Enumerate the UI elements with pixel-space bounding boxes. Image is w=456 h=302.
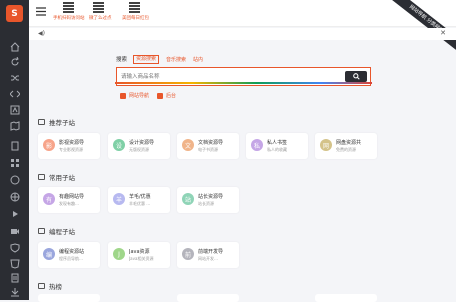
qr-label[interactable]: 手机扫码访问站: [53, 15, 85, 21]
card-title: 有趣网站导: [59, 194, 85, 200]
hot-list-card[interactable]: [38, 294, 100, 302]
card-icon: 文: [182, 139, 194, 151]
card-desc: 发现有趣…: [59, 201, 79, 206]
card-icon: 羊: [113, 193, 125, 205]
card-title: 羊毛/优惠: [129, 194, 151, 200]
sidebar: S: [0, 0, 29, 300]
card-desc: Java相关资源: [129, 256, 154, 261]
card-icon: 站: [182, 193, 194, 205]
site-card[interactable]: 影影视资源导 专业影视资源: [38, 133, 100, 159]
search-icon: [352, 73, 360, 80]
site-card[interactable]: 前前端开发导 网站开发…: [177, 242, 239, 268]
qr-label[interactable]: 微了么过点: [89, 15, 112, 21]
card-title: 影视资源导: [59, 140, 85, 146]
card-icon: 有: [43, 193, 55, 205]
shuffle-icon[interactable]: [9, 72, 20, 83]
search-label: 搜索: [116, 57, 128, 63]
search-tabs: 搜索 资源搜索 音乐搜索 站内: [116, 54, 371, 64]
card-icon: 设: [113, 139, 125, 151]
card-icon: 私: [251, 139, 263, 151]
site-card[interactable]: 私私人书签 私人的收藏: [246, 133, 308, 159]
refresh-icon[interactable]: [9, 56, 20, 67]
folder-icon: [38, 174, 45, 180]
folder-icon: [38, 119, 45, 125]
qr-label[interactable]: 美团每日红包: [122, 15, 149, 21]
card-desc: 网站开发…: [198, 256, 218, 261]
map-icon[interactable]: [9, 120, 20, 131]
menu-icon[interactable]: [36, 7, 46, 16]
search-button[interactable]: [345, 71, 367, 82]
apps-icon[interactable]: [9, 174, 20, 185]
site-card[interactable]: 有有趣网站导 发现有趣…: [38, 187, 100, 213]
card-title: 编程资源站: [59, 249, 85, 255]
card-desc: 羊毛优惠 …: [129, 201, 151, 206]
code-icon[interactable]: [9, 88, 20, 99]
card-desc: 电子书资源: [198, 147, 218, 152]
link-icon: [120, 92, 126, 99]
qr-code-icon: [93, 2, 104, 13]
card-title: 前端开发导: [198, 249, 224, 255]
site-card[interactable]: 编编程资源站 程序员导航…: [38, 242, 100, 268]
folder-icon: [38, 283, 45, 289]
hot-link[interactable]: 后台: [157, 92, 176, 99]
card-desc: 免费的资源: [336, 147, 356, 152]
hot-link[interactable]: 网站导航: [120, 92, 149, 99]
close-icon[interactable]: ✕: [440, 29, 446, 37]
play-icon[interactable]: [9, 208, 20, 219]
section-title: 推荐子站: [38, 117, 75, 127]
home-icon[interactable]: [9, 41, 20, 52]
book-icon[interactable]: [9, 140, 20, 151]
card-icon: 编: [43, 248, 55, 260]
notice-bar: ◀) ✕: [29, 28, 456, 40]
site-card[interactable]: 文文档资源导 电子书资源: [177, 133, 239, 159]
site-card[interactable]: 站站长资源导 站长资源: [177, 187, 239, 213]
card-title: 站长资源导: [198, 194, 224, 200]
font-icon[interactable]: [9, 104, 20, 115]
file-icon[interactable]: [9, 272, 20, 283]
card-desc: 专业影视资源: [59, 147, 83, 152]
grid-icon[interactable]: [9, 157, 20, 168]
site-card[interactable]: 设设计资源导 无版权资源: [108, 133, 170, 159]
tab-site-search[interactable]: 站内: [193, 56, 203, 63]
download-icon[interactable]: [9, 286, 20, 297]
speaker-icon: ◀): [38, 30, 45, 37]
card-title: 网盘资源共: [336, 140, 362, 146]
section-title: 编程子站: [38, 226, 75, 236]
tab-resource-search[interactable]: 资源搜索: [133, 54, 160, 64]
site-card[interactable]: 羊羊毛/优惠 羊毛优惠 …: [108, 187, 170, 213]
tab-music-search[interactable]: 音乐搜索: [166, 56, 186, 63]
card-icon: 前: [182, 248, 194, 260]
card-desc: 无版权资源: [129, 147, 149, 152]
card-icon: 影: [43, 139, 55, 151]
qr-code-icon: [129, 2, 140, 13]
shield-icon[interactable]: [9, 242, 20, 253]
site-logo[interactable]: S: [6, 5, 23, 22]
section-title: 热榜: [38, 281, 62, 291]
hot-links: 网站导航 后台: [120, 92, 176, 99]
globe-icon[interactable]: [9, 191, 20, 202]
hot-list-card[interactable]: [315, 294, 377, 302]
folder-icon: [38, 228, 45, 234]
site-card[interactable]: 网网盘资源共 免费的资源: [315, 133, 377, 159]
card-desc: 程序员导航…: [59, 256, 83, 261]
card-title: 文档资源导: [198, 140, 224, 146]
video-icon[interactable]: [9, 225, 20, 236]
search-color-bar: [115, 82, 372, 84]
card-icon: 网: [320, 139, 332, 151]
card-title: 设计资源导: [129, 140, 155, 146]
site-card[interactable]: J Java资源 Java相关资源: [108, 242, 170, 268]
card-title: 私人书签: [267, 140, 288, 146]
card-title: Java资源: [129, 249, 150, 255]
html5-icon[interactable]: [9, 258, 20, 269]
section-title: 常用子站: [38, 172, 75, 182]
card-icon: J: [113, 248, 125, 260]
qr-code-icon: [63, 2, 74, 13]
top-bar: 手机扫码访问站 微了么过点 美团每日红包: [29, 0, 456, 27]
hot-list-card[interactable]: [177, 294, 239, 302]
card-desc: 私人的收藏: [267, 147, 287, 152]
card-desc: 站长资源: [198, 201, 214, 206]
link-icon: [157, 92, 164, 99]
